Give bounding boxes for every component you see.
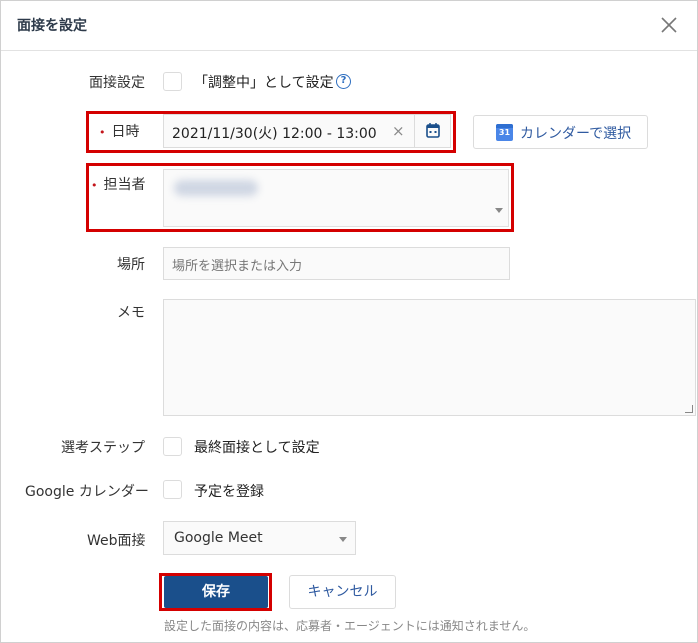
web-interview-select[interactable]: Google Meet (163, 521, 356, 555)
pending-checkbox[interactable] (163, 72, 182, 91)
location-placeholder: 場所を選択または入力 (172, 259, 303, 274)
calendar-icon (426, 123, 440, 138)
location-input[interactable]: 場所を選択または入力 (163, 247, 510, 280)
datetime-label: • 日時 (99, 121, 140, 141)
resize-handle-icon[interactable] (685, 405, 693, 413)
location-label: 場所 (117, 257, 145, 273)
save-button[interactable]: 保存 (164, 576, 268, 608)
select-from-calendar-label: カレンダーで選択 (520, 126, 632, 142)
datetime-input[interactable]: 2021/11/30(火) 12:00 - 13:00 × (163, 114, 451, 148)
google-calendar-label: Google カレンダー (25, 484, 149, 500)
selection-step-label: 選考ステップ (61, 440, 145, 456)
clear-icon[interactable]: × (392, 122, 405, 140)
close-icon[interactable] (657, 13, 681, 37)
interview-dialog: 面接を設定 面接設定 「調整中」として設定 ? • 日時 2021/11/30(火… (0, 0, 698, 643)
select-from-calendar-button[interactable]: 31 カレンダーで選択 (473, 115, 648, 149)
dropdown-caret-icon (339, 537, 347, 542)
interview-setting-label: 面接設定 (89, 75, 145, 91)
required-marker: • (99, 126, 106, 139)
required-marker: • (91, 179, 98, 192)
help-icon[interactable]: ? (336, 74, 351, 89)
register-event-checkbox-label: 予定を登録 (194, 484, 264, 500)
memo-textarea[interactable] (163, 299, 696, 416)
google-calendar-icon: 31 (496, 124, 513, 141)
register-event-checkbox[interactable] (163, 480, 182, 499)
calendar-picker-button[interactable] (414, 115, 450, 147)
dialog-header: 面接を設定 (1, 1, 697, 51)
dropdown-caret-icon (495, 208, 503, 213)
assignee-select[interactable] (163, 169, 509, 227)
datetime-value: 2021/11/30(火) 12:00 - 13:00 (172, 126, 377, 142)
notification-note: 設定した面接の内容は、応募者・エージェントには通知されません。 (164, 619, 536, 633)
assignee-label-text: 担当者 (103, 177, 146, 193)
final-interview-checkbox-label: 最終面接として設定 (194, 440, 320, 456)
pending-checkbox-label: 「調整中」として設定 (194, 75, 334, 91)
memo-label: メモ (117, 305, 145, 321)
web-interview-value: Google Meet (174, 530, 263, 546)
assignee-name-blurred (174, 180, 258, 196)
cancel-button[interactable]: キャンセル (289, 575, 396, 609)
dialog-title: 面接を設定 (17, 18, 87, 34)
web-interview-label: Web面接 (87, 533, 146, 549)
assignee-label: • 担当者 (91, 174, 146, 194)
datetime-label-text: 日時 (111, 124, 140, 140)
final-interview-checkbox[interactable] (163, 437, 182, 456)
